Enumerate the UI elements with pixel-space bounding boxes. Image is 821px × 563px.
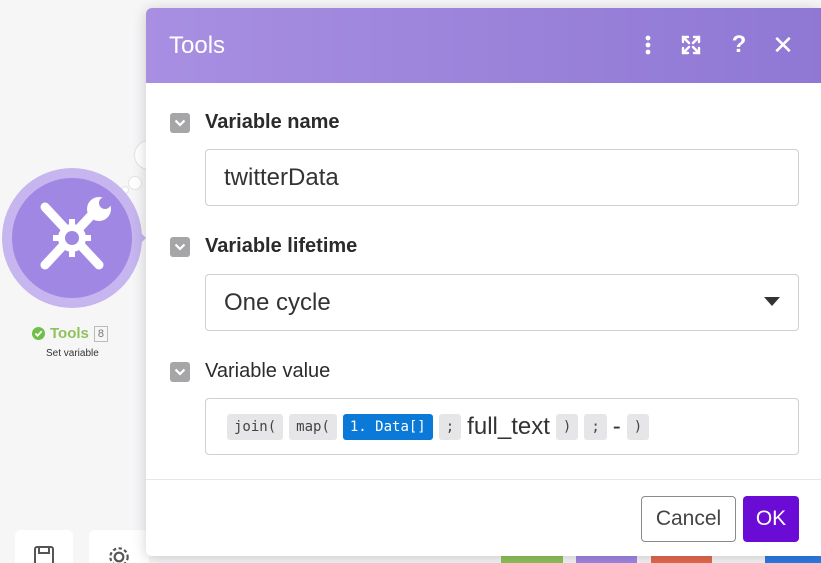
- variable-lifetime-header: Variable lifetime: [170, 235, 357, 258]
- chevron-down-icon[interactable]: [170, 112, 190, 133]
- close-icon[interactable]: ✕: [770, 30, 796, 60]
- variable-name-input[interactable]: twitterData: [205, 149, 799, 206]
- dialog-title: Tools: [169, 31, 226, 59]
- variable-name-header: Variable name: [170, 111, 340, 134]
- expand-icon[interactable]: [678, 32, 704, 58]
- tools-module-node[interactable]: [2, 168, 142, 308]
- variable-lifetime-value: One cycle: [224, 288, 331, 316]
- dialog-footer: Cancel OK: [146, 479, 821, 556]
- text-token-full-text: full_text: [467, 412, 550, 440]
- help-icon[interactable]: ?: [726, 31, 752, 58]
- module-subtitle: Set variable: [46, 348, 99, 359]
- module-label: Tools 8: [32, 325, 109, 342]
- ok-button[interactable]: OK: [743, 496, 799, 542]
- chevron-down-icon[interactable]: [170, 361, 190, 382]
- variable-value-input[interactable]: join( map( 1. Data[] ; full_text ) ; - ): [205, 398, 799, 455]
- more-vertical-icon[interactable]: [635, 32, 661, 58]
- variable-value-label: Variable value: [205, 360, 331, 382]
- chevron-down-icon[interactable]: [170, 236, 190, 257]
- variable-lifetime-label: Variable lifetime: [205, 235, 358, 257]
- module-connector-notch: [134, 226, 146, 250]
- module-count-badge: 8: [93, 325, 109, 342]
- close-paren-token[interactable]: ): [555, 413, 579, 440]
- tools-icon: [40, 197, 111, 270]
- tools-module-inner: [12, 178, 132, 298]
- text-token-dash: -: [612, 412, 621, 440]
- variable-value-header: Variable value: [170, 360, 330, 383]
- tools-settings-dialog: Tools ? ✕ Variable name twitterData Vari…: [146, 8, 821, 556]
- status-check-icon: [32, 327, 45, 340]
- gear-icon[interactable]: [106, 544, 132, 563]
- dropdown-caret-icon: [764, 297, 780, 306]
- module-name: Tools: [50, 325, 89, 342]
- variable-lifetime-select[interactable]: One cycle: [205, 274, 799, 331]
- function-token-join[interactable]: join(: [227, 413, 284, 440]
- comment-bubble-dot: [128, 176, 142, 190]
- variable-name-label: Variable name: [205, 111, 340, 133]
- save-icon[interactable]: [32, 544, 56, 563]
- cancel-button[interactable]: Cancel: [641, 496, 736, 542]
- item-token-data[interactable]: 1. Data[]: [342, 413, 433, 440]
- separator-token[interactable]: ;: [584, 413, 607, 440]
- separator-token[interactable]: ;: [438, 413, 462, 440]
- close-paren-token[interactable]: ): [626, 413, 650, 440]
- function-token-map[interactable]: map(: [289, 413, 337, 440]
- dialog-header: Tools ? ✕: [146, 8, 821, 83]
